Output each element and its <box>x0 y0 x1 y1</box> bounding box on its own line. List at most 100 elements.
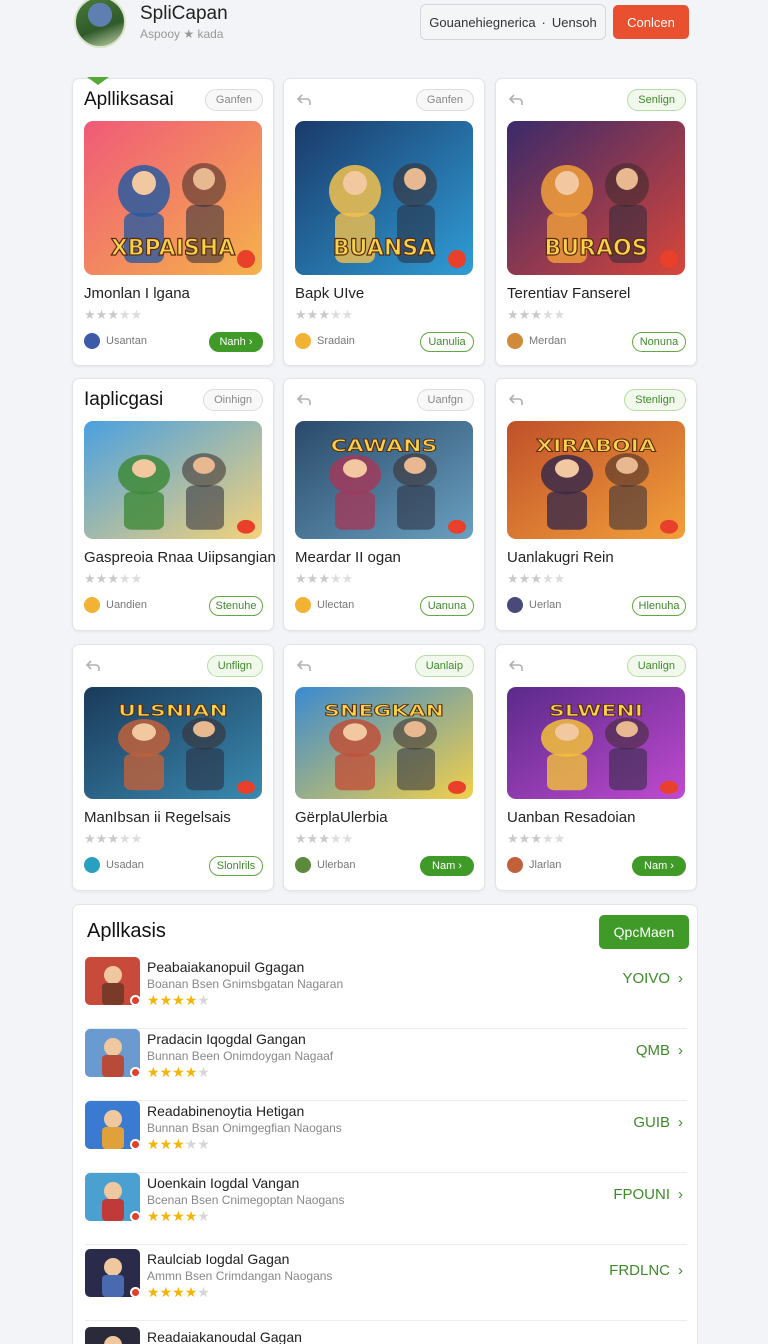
app-card[interactable]: Unflign ULSNIAN ManIbsan ii Regelsais ★★★★★… <box>72 644 274 891</box>
developer-name: Ulerban <box>317 859 356 871</box>
game-thumbnail[interactable]: BUANSA <box>295 121 473 275</box>
list-item[interactable]: Peabaiakanopuil Ggagan Boanan Bsen Gnimsb… <box>85 957 687 1029</box>
game-thumbnail[interactable]: CAWANS <box>295 421 473 539</box>
install-button-label: Uanuna <box>427 600 467 612</box>
card-rating-stars: ★★★★★ <box>507 571 566 586</box>
card-app-name[interactable]: Terentiav Fanserel <box>507 285 630 302</box>
install-button[interactable]: Nanh › <box>209 332 263 352</box>
back-arrow-icon[interactable] <box>295 657 313 675</box>
install-button[interactable]: Uanuna <box>420 596 474 616</box>
developer-name: Usadan <box>106 859 144 871</box>
app-card[interactable]: Stenlign XIRABOIA Uanlakugri Rein ★★★★★ Uerl… <box>495 378 697 631</box>
list-item-price[interactable]: QMB › <box>636 1042 683 1059</box>
card-app-name[interactable]: Jmonlan I lgana <box>84 285 190 302</box>
list-item-rating-stars: ★★★★★ <box>147 1284 210 1300</box>
app-card[interactable]: Aplliksasai Ganfen XBPAISHA Jmonlan I lgana… <box>72 77 274 366</box>
game-thumbnail[interactable]: XBPAISHA <box>84 121 262 275</box>
developer-avatar-icon <box>84 857 100 873</box>
search-pill-separator: · <box>541 14 546 30</box>
thumbnail-title: XBPAISHA <box>111 236 235 261</box>
card-developer: Usantan <box>84 333 147 349</box>
card-app-name[interactable]: ManIbsan ii Regelsais <box>84 809 231 826</box>
card-tag[interactable]: Uanfgn <box>416 389 474 411</box>
list-item[interactable]: Readabinenoytia Hetigan Bunnan Bsan Onimg… <box>85 1101 687 1173</box>
install-button[interactable]: Nonuna <box>632 332 686 352</box>
app-list-panel: Apllkasis QpcMaen Peabaiakanopuil Ggagan… <box>72 904 698 1344</box>
developer-avatar-icon <box>507 857 523 873</box>
list-item-subtitle: Bunnan Been Onimdoygan Nagaaf <box>147 1049 334 1063</box>
card-developer: Uerlan <box>507 597 561 613</box>
game-thumbnail[interactable]: ULSNIAN <box>84 687 262 799</box>
list-item[interactable]: Pradacin Iqogdal Gangan Bunnan Been Onimd… <box>85 1029 687 1101</box>
developer-avatar-icon <box>507 597 523 613</box>
card-tag[interactable]: Ganfen <box>204 89 263 111</box>
card-developer: Ulerban <box>295 857 356 873</box>
card-app-name[interactable]: GërplaUlerbia <box>295 809 388 826</box>
search-pill[interactable]: Gouanehiegnerica · Uensoh <box>420 4 606 40</box>
game-thumbnail[interactable]: SLWENI <box>507 687 685 799</box>
install-button[interactable]: Uanulia <box>420 332 474 352</box>
search-pill-text: Gouanehiegnerica <box>429 14 536 30</box>
card-tag[interactable]: Unflign <box>206 655 263 677</box>
card-app-name[interactable]: Uanlakugri Rein <box>507 549 614 566</box>
list-item-subtitle: Boanan Bsen Gnimsbgatan Nagaran <box>147 977 344 991</box>
card-tag[interactable]: Uanlign <box>626 655 686 677</box>
card-app-name[interactable]: Bapk UIve <box>295 285 364 302</box>
thumbnail-title: XIRABOIA <box>536 436 657 456</box>
back-arrow-icon[interactable] <box>295 391 313 409</box>
back-arrow-icon[interactable] <box>507 91 525 109</box>
list-item-price[interactable]: FRDLNC › <box>609 1262 683 1279</box>
card-rating-stars: ★★★★★ <box>295 571 354 586</box>
app-badge-icon <box>130 995 141 1006</box>
list-item-rating-stars: ★★★★★ <box>147 992 210 1008</box>
chevron-right-icon: › <box>678 1114 683 1131</box>
app-card[interactable]: Ganfen BUANSA Bapk UIve ★★★★★ Sradain Uanulia <box>283 78 485 366</box>
list-item-price[interactable]: GUIB › <box>633 1114 683 1131</box>
back-arrow-icon[interactable] <box>295 91 313 109</box>
list-item-price-label: FPOUNI <box>613 1186 670 1203</box>
list-item-price-label: FRDLNC <box>609 1262 670 1279</box>
card-tag[interactable]: Senlign <box>627 89 686 111</box>
list-item[interactable]: Uoenkain Iogdal Vangan Bcenan Bsen Cnimeg… <box>85 1173 687 1245</box>
app-card[interactable]: Uanlign SLWENI Uanban Resadoian ★★★★★ Jlarla… <box>495 644 697 891</box>
app-badge-icon <box>130 1211 141 1222</box>
install-button[interactable]: Slonlrils <box>209 856 263 876</box>
developer-name: Ulectan <box>317 599 355 611</box>
card-app-name[interactable]: Meardar II ogan <box>295 549 401 566</box>
card-tag[interactable]: Uanlaip <box>414 655 474 677</box>
list-item-price-label: YOIVO <box>622 970 670 987</box>
install-button[interactable]: Hlenuha <box>632 596 686 616</box>
game-thumbnail[interactable] <box>84 421 262 539</box>
back-arrow-icon[interactable] <box>84 657 102 675</box>
developer-avatar-icon <box>84 597 100 613</box>
list-item-price[interactable]: FPOUNI › <box>613 1186 683 1203</box>
game-thumbnail[interactable]: BURAOS <box>507 121 685 275</box>
list-item-rating-stars: ★★★★★ <box>147 1064 210 1080</box>
developer-name: Uerlan <box>529 599 562 611</box>
app-card[interactable]: Uanfgn CAWANS Meardar II ogan ★★★★★ Ulectan U… <box>283 378 485 631</box>
card-tag[interactable]: Oinhign <box>203 389 263 411</box>
developer-avatar-icon <box>295 857 311 873</box>
list-item[interactable]: Raulciab Iogdal Gagan Ammn Bsen Crimdanga… <box>85 1249 687 1321</box>
card-tag[interactable]: Ganfen <box>415 89 474 111</box>
list-item[interactable]: Readaiakanoudal Gagan <box>85 1327 687 1344</box>
card-app-name[interactable]: Gaspreoia Rnaa Uiipsangian <box>84 549 276 566</box>
game-thumbnail[interactable]: XIRABOIA <box>507 421 685 539</box>
card-tag[interactable]: Stenlign <box>624 389 686 411</box>
back-arrow-icon[interactable] <box>507 657 525 675</box>
install-button-label: Nam <box>432 860 456 872</box>
back-arrow-icon[interactable] <box>507 391 525 409</box>
list-open-button[interactable]: QpcMaen <box>599 915 689 949</box>
card-app-name[interactable]: Uanban Resadoian <box>507 809 635 826</box>
header-action-button[interactable]: Conlcen <box>613 5 689 39</box>
app-card[interactable]: Uanlaip SNEGKAN GërplaUlerbia ★★★★★ Ulerban N… <box>283 644 485 891</box>
card-heading: Aplliksasai <box>84 89 174 110</box>
install-button[interactable]: Nam › <box>632 856 686 876</box>
install-button[interactable]: Stenuhe <box>209 596 263 616</box>
list-item-title: Pradacin Iqogdal Gangan <box>147 1031 306 1047</box>
app-card[interactable]: Iaplicgasi Oinhign Gaspreoia Rnaa Uiipsang… <box>72 378 276 631</box>
game-thumbnail[interactable]: SNEGKAN <box>295 687 473 799</box>
list-item-price[interactable]: YOIVO › <box>622 970 683 987</box>
install-button[interactable]: Nam › <box>420 856 474 876</box>
app-card[interactable]: Senlign BURAOS Terentiav Fanserel ★★★★★ Merd… <box>495 78 697 366</box>
